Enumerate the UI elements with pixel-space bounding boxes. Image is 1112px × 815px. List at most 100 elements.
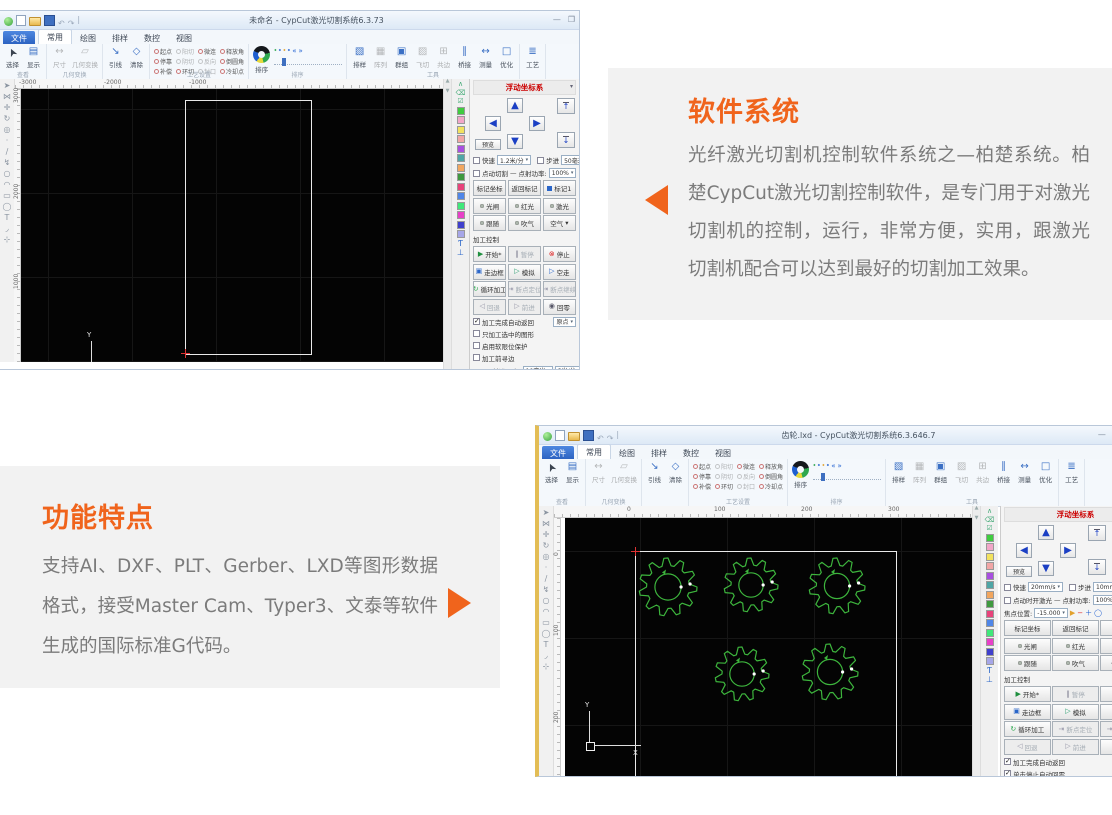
color-swatch-6[interactable] xyxy=(457,154,465,162)
arc-tool[interactable]: ◠ xyxy=(4,180,11,189)
canvas-scrollbar[interactable]: ▲▼ xyxy=(443,79,451,369)
drawing-canvas[interactable]: Y X xyxy=(21,89,452,362)
quickbar-open-file[interactable] xyxy=(568,426,580,445)
text-tool[interactable]: T xyxy=(544,640,549,649)
panel-button[interactable]: ⇥断点定位 xyxy=(1052,721,1099,737)
color-swatch-8[interactable] xyxy=(457,173,465,181)
link-icon[interactable]: ⬩ xyxy=(288,46,291,55)
slider-handle[interactable] xyxy=(821,473,825,481)
ribbon-item[interactable]: ▤显示 xyxy=(25,46,42,69)
color-swatch-13[interactable] xyxy=(457,221,465,229)
ribbon-item[interactable]: ↔测量 xyxy=(1016,461,1033,484)
link-icon[interactable]: ⬩ xyxy=(818,461,821,470)
follow-up-button[interactable]: ↑ xyxy=(1088,525,1106,541)
option-checkbox[interactable] xyxy=(1004,758,1011,765)
ribbon-item[interactable]: 阴切 xyxy=(176,57,194,66)
fast-checkbox[interactable] xyxy=(473,157,480,164)
eraser-icon[interactable]: ⌫ xyxy=(985,517,995,524)
panel-button[interactable]: 返回标记 xyxy=(508,180,541,196)
menu-tab-6[interactable]: 视图 xyxy=(707,446,739,460)
panel-button[interactable]: ▷模拟 xyxy=(508,264,541,280)
ribbon-item[interactable]: 倒圆角 xyxy=(759,472,783,481)
jog-right-button[interactable]: ▶ xyxy=(1060,543,1076,558)
ribbon-item[interactable]: 阳切 xyxy=(715,462,733,471)
gear-hole[interactable] xyxy=(739,573,763,597)
rotate-tool[interactable]: ↻ xyxy=(543,541,550,550)
color-swatch-6[interactable] xyxy=(986,581,994,589)
color-swatch-9[interactable] xyxy=(986,610,994,618)
start-button[interactable]: ▶开始* xyxy=(1004,686,1051,702)
color-swatch-4[interactable] xyxy=(457,135,465,143)
link-icon[interactable]: ⬩ xyxy=(274,46,277,55)
link-icon[interactable]: ⬩ xyxy=(822,461,825,470)
pan-tool[interactable]: ✛ xyxy=(4,103,11,112)
ribbon-item[interactable]: ◇清除 xyxy=(667,461,684,484)
color-swatch-10[interactable] xyxy=(457,192,465,200)
option-checkbox[interactable] xyxy=(473,318,480,325)
ribbon-item[interactable]: ➤选择 xyxy=(543,461,560,484)
zoom-tool[interactable]: ◎ xyxy=(543,552,550,561)
select-tool[interactable]: ➤ xyxy=(543,508,550,517)
slider-handle[interactable] xyxy=(282,58,286,66)
panel-button[interactable]: 红光 xyxy=(508,198,541,214)
arc-tool[interactable]: ◠ xyxy=(543,607,550,616)
ribbon-item[interactable]: 反向 xyxy=(737,472,755,481)
focus-stop-button[interactable]: ◯ xyxy=(1094,610,1102,617)
panel-button[interactable]: ▷空走 xyxy=(543,264,576,280)
color-swatch-3[interactable] xyxy=(986,553,994,561)
jog-checkbox[interactable] xyxy=(1004,597,1011,604)
polyline-tool[interactable]: ↯ xyxy=(4,158,11,167)
panel-button[interactable]: ▷模拟 xyxy=(1052,704,1099,720)
panel-button[interactable]: 标记1 xyxy=(543,180,576,196)
gear-outline[interactable] xyxy=(715,647,769,701)
ribbon-item[interactable]: 倒圆角 xyxy=(220,57,244,66)
preview-button[interactable]: 预览 xyxy=(1006,566,1032,577)
panel-button[interactable]: 光闸 xyxy=(473,198,506,214)
fast-speed-select[interactable]: 20mm/s xyxy=(1028,582,1063,592)
panel-button[interactable]: ⇥断点继续 xyxy=(543,281,576,297)
panel-button[interactable]: 跟随 xyxy=(473,215,506,231)
start-button[interactable]: ▶开始* xyxy=(473,246,506,262)
color-swatch-2[interactable] xyxy=(457,116,465,124)
ribbon-item[interactable]: ↘引线 xyxy=(646,461,663,484)
power-select[interactable]: 100% xyxy=(1093,595,1112,605)
panel-button[interactable]: ⇥断点定位 xyxy=(508,281,541,297)
stop-button[interactable]: ⊗停止 xyxy=(543,246,576,262)
color-swatch-11[interactable] xyxy=(986,629,994,637)
color-swatch-11[interactable] xyxy=(457,202,465,210)
jog-left-button[interactable]: ◀ xyxy=(485,116,501,131)
link-icon[interactable]: ⬩ xyxy=(813,461,816,470)
quickbar-app-logo[interactable] xyxy=(543,426,552,445)
ribbon-item[interactable]: □优化 xyxy=(498,46,515,69)
ellipse-tool[interactable]: ◯ xyxy=(3,202,12,211)
restore-button[interactable]: ❐ xyxy=(568,16,575,24)
check-icon[interactable]: ☑ xyxy=(457,98,463,105)
color-swatch-9[interactable] xyxy=(457,183,465,191)
titlebar[interactable]: ↶↷| 齿轮.lxd - CypCut激光切割系统6.3.646.7 —❐ xyxy=(539,426,1112,445)
follow-up-button[interactable]: ↑ xyxy=(557,98,575,114)
gear-outline[interactable] xyxy=(724,558,778,612)
color-swatch-3[interactable] xyxy=(457,126,465,134)
color-swatch-10[interactable] xyxy=(986,619,994,627)
color-swatch-7[interactable] xyxy=(986,591,994,599)
return-point-select[interactable]: 原点 xyxy=(553,317,576,327)
panel-button[interactable]: ↻循环加工 xyxy=(1004,721,1051,737)
ribbon-item[interactable]: 冷却点 xyxy=(759,482,783,491)
color-swatch-13[interactable] xyxy=(986,648,994,656)
panel-button[interactable]: ◁回退 xyxy=(1004,739,1051,755)
text-layer-icon[interactable]: Ƭ xyxy=(987,667,992,675)
ribbon-item[interactable]: ▨飞切 xyxy=(414,46,431,69)
ribbon-item[interactable]: ↔测量 xyxy=(477,46,494,69)
check-icon[interactable]: ☑ xyxy=(986,525,992,532)
ribbon-item-sort[interactable]: 排序 xyxy=(792,461,809,489)
power-select[interactable]: 100% xyxy=(549,168,577,178)
panel-button[interactable]: 吹气 xyxy=(508,215,541,231)
ribbon-item[interactable]: ▦阵列 xyxy=(911,461,928,484)
measure-tool[interactable]: ⊹ xyxy=(543,662,550,671)
color-swatch-5[interactable] xyxy=(986,572,994,580)
skip-forward-icon[interactable]: » xyxy=(298,47,302,55)
ribbon-item[interactable]: ◇清除 xyxy=(128,46,145,69)
quickbar-save-file[interactable] xyxy=(44,11,55,30)
select-tool[interactable]: ➤ xyxy=(4,81,11,90)
ribbon-item[interactable]: ▣群组 xyxy=(932,461,949,484)
